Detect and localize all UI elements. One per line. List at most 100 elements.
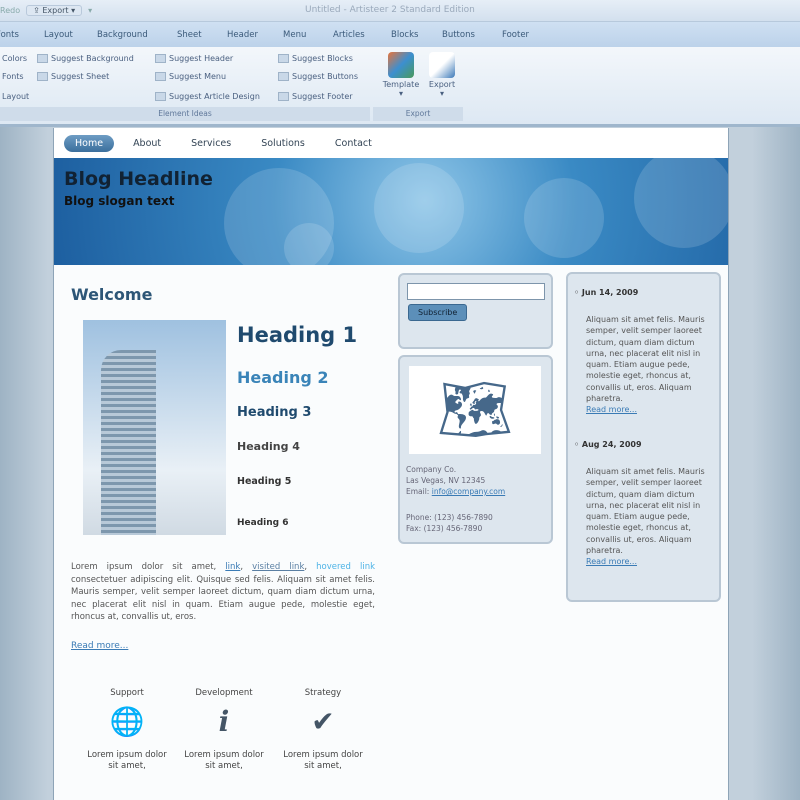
building-photo xyxy=(83,320,226,535)
suggest-footer-button[interactable]: Suggest Footer xyxy=(278,92,353,101)
world-map-image: 🗺 xyxy=(409,366,541,454)
ribbon-tabs: Fonts Layout Background Sheet Header Men… xyxy=(0,22,800,47)
article-icon xyxy=(155,92,166,101)
feature-text: Lorem ipsum dolor sit amet, xyxy=(283,750,363,771)
company-name: Company Co. xyxy=(406,465,457,474)
feature-text: Lorem ipsum dolor sit amet, xyxy=(87,750,167,771)
suggest-sheet-button[interactable]: Suggest Sheet xyxy=(37,72,109,81)
nav-menu: Home About Services Solutions Contact xyxy=(54,128,728,158)
tab-fonts[interactable]: Fonts xyxy=(0,30,19,40)
text: Lorem ipsum dolor sit amet, xyxy=(71,562,226,572)
nav-about[interactable]: About xyxy=(122,135,172,152)
label: Colors xyxy=(2,54,28,63)
layout-button[interactable]: Layout xyxy=(2,92,29,101)
news-date: ◦ Aug 24, 2009 xyxy=(574,440,642,449)
suggest-header-button[interactable]: Suggest Header xyxy=(155,54,233,63)
tab-background[interactable]: Background xyxy=(97,30,148,40)
suggest-article-design-button[interactable]: Suggest Article Design xyxy=(155,92,260,101)
hovered-link[interactable]: hovered link xyxy=(316,562,375,572)
read-more-link[interactable]: Read more... xyxy=(586,405,637,414)
tab-menu[interactable]: Menu xyxy=(283,30,306,40)
suggest-background-button[interactable]: Suggest Background xyxy=(37,54,134,63)
export-icon xyxy=(429,52,455,78)
label: Suggest Blocks xyxy=(292,54,353,63)
label: Suggest Menu xyxy=(169,72,227,81)
label: Template xyxy=(382,80,420,89)
tab-blocks[interactable]: Blocks xyxy=(391,30,418,40)
news-block: ◦ Jun 14, 2009 Aliquam sit amet felis. M… xyxy=(566,272,721,602)
nav-solutions[interactable]: Solutions xyxy=(250,135,316,152)
feature-title: Support xyxy=(110,688,144,698)
suggest-blocks-button[interactable]: Suggest Blocks xyxy=(278,54,353,63)
heading-6: Heading 6 xyxy=(237,518,289,528)
export-label: Export xyxy=(42,6,69,15)
email-link[interactable]: info@company.com xyxy=(432,487,505,496)
subscribe-button[interactable]: Subscribe xyxy=(408,304,468,321)
subscribe-input[interactable] xyxy=(407,283,545,300)
subscribe-block: Subscribe xyxy=(398,273,553,349)
heading-3: Heading 3 xyxy=(237,405,312,420)
export-quick-button[interactable]: ⇪ Export ▾ xyxy=(26,5,83,16)
tab-footer[interactable]: Footer xyxy=(502,30,529,40)
feature-title: Development xyxy=(195,688,253,698)
tab-buttons[interactable]: Buttons xyxy=(442,30,475,40)
label: Email: xyxy=(406,487,432,496)
globe-icon: 🌐 xyxy=(109,705,145,738)
template-button[interactable]: Template ▾ xyxy=(381,52,421,98)
news-text: Aliquam sit amet felis. Mauris semper, v… xyxy=(586,315,705,404)
heading-1: Heading 1 xyxy=(237,323,358,347)
heading-4: Heading 4 xyxy=(237,440,300,453)
read-more-link[interactable]: Read more... xyxy=(71,641,128,651)
info-icon: i xyxy=(218,705,230,738)
suggest-buttons-button[interactable]: Suggest Buttons xyxy=(278,72,358,81)
website-preview: Home About Services Solutions Contact Bl… xyxy=(53,128,729,800)
blog-headline: Blog Headline xyxy=(64,168,213,190)
quick-access-toolbar: Redo ⇪ Export ▾ ▾ xyxy=(0,5,92,16)
nav-home[interactable]: Home xyxy=(64,134,115,152)
fonts-button[interactable]: Fonts xyxy=(2,72,24,81)
label: Suggest Background xyxy=(51,54,134,63)
heading-2: Heading 2 xyxy=(237,368,329,387)
label: Suggest Sheet xyxy=(51,72,110,81)
customize-dropdown-icon[interactable]: ▾ xyxy=(88,6,92,15)
news-item: Aliquam sit amet felis. Mauris semper, v… xyxy=(586,314,714,416)
visited-link[interactable]: visited link xyxy=(252,562,304,572)
colors-button[interactable]: Colors xyxy=(2,54,27,63)
label: Suggest Article Design xyxy=(169,92,260,101)
feature-strategy: Strategy ✔ Lorem ipsum dolor sit amet, xyxy=(283,688,363,772)
link[interactable]: link xyxy=(225,562,240,572)
nav-services[interactable]: Services xyxy=(180,135,242,152)
sheet-icon xyxy=(37,72,48,81)
heading-5: Heading 5 xyxy=(237,476,292,487)
label: Layout xyxy=(2,92,30,101)
date-text: Jun 14, 2009 xyxy=(581,288,639,297)
tab-sheet[interactable]: Sheet xyxy=(177,30,202,40)
tab-articles[interactable]: Articles xyxy=(333,30,365,40)
label: Suggest Footer xyxy=(292,92,353,101)
background-icon xyxy=(37,54,48,63)
header-banner: Blog Headline Blog slogan text xyxy=(54,158,728,265)
redo-button[interactable]: Redo xyxy=(0,6,20,15)
export-button[interactable]: Export ▾ xyxy=(422,52,462,98)
news-date: ◦ Jun 14, 2009 xyxy=(574,288,639,297)
read-more-link[interactable]: Read more... xyxy=(586,557,637,566)
checkmark-icon: ✔ xyxy=(311,705,335,738)
suggest-menu-button[interactable]: Suggest Menu xyxy=(155,72,226,81)
title-bar: Redo ⇪ Export ▾ ▾ Untitled - Artisteer 2… xyxy=(0,0,800,22)
label: Export xyxy=(428,80,456,89)
feature-text: Lorem ipsum dolor sit amet, xyxy=(184,750,264,771)
ribbon: Colors Fonts Layout Suggest Background S… xyxy=(0,47,800,127)
welcome-heading: Welcome xyxy=(71,285,153,304)
date-text: Aug 24, 2009 xyxy=(581,440,642,449)
article-text: Lorem ipsum dolor sit amet, link, visite… xyxy=(71,562,376,623)
nav-contact[interactable]: Contact xyxy=(324,135,383,152)
label: Suggest Header xyxy=(169,54,234,63)
tab-layout[interactable]: Layout xyxy=(44,30,73,40)
group-export: Export xyxy=(373,107,463,121)
company-phone: Phone: (123) 456-7890 xyxy=(406,513,493,522)
company-email: Email: info@company.com xyxy=(406,487,505,498)
tab-header[interactable]: Header xyxy=(227,30,258,40)
text: consectetuer adipiscing elit. Quisque se… xyxy=(71,574,375,623)
news-text: Aliquam sit amet felis. Mauris semper, v… xyxy=(586,467,705,556)
feature-development: Development i Lorem ipsum dolor sit amet, xyxy=(184,688,264,772)
